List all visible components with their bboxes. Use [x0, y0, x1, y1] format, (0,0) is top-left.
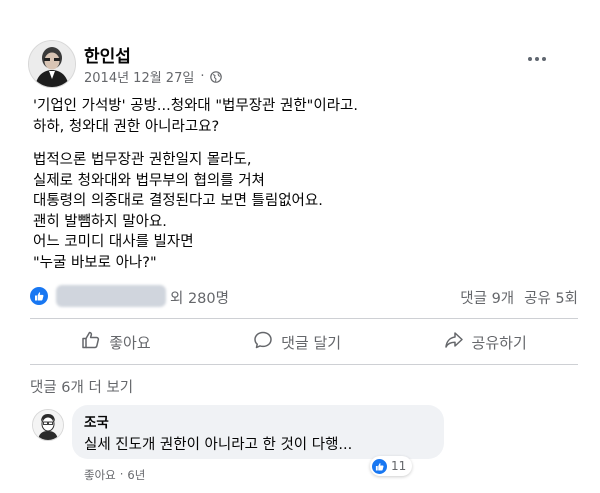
like-reaction-icon [372, 458, 387, 474]
divider [30, 318, 578, 319]
engagement-counts: 댓글 9개 공유 5회 [460, 287, 578, 308]
share-arrow-icon [444, 330, 464, 354]
shares-count[interactable]: 공유 5회 [524, 287, 578, 308]
divider [30, 364, 578, 365]
post-line: '기업인 가석방' 공방...청와대 "법무장관 권한"이라고. [33, 98, 358, 114]
post-line: "누굴 바보로 아나?" [33, 254, 157, 271]
post-actions: 좋아요 댓글 달기 공유하기 [30, 325, 578, 359]
meta-separator: · [119, 467, 124, 481]
like-label: 좋아요 [109, 333, 151, 352]
author-name[interactable]: 한인섭 [84, 42, 131, 67]
comment-time[interactable]: 6년 [127, 467, 145, 483]
post-line: 법적으론 법무장관 권한일지 몰라도, [33, 152, 252, 168]
like-button[interactable]: 좋아요 [67, 324, 164, 360]
reaction-count: 11 [391, 459, 407, 473]
share-label: 공유하기 [471, 333, 527, 352]
post-line: 실제로 청와대와 법무부의 협의를 거쳐 [33, 172, 265, 189]
post-date[interactable]: 2014년 12월 27일 [84, 67, 194, 86]
post-header: 한인섭 2014년 12월 27일 · [28, 40, 588, 90]
comments-count[interactable]: 댓글 9개 [460, 287, 514, 308]
comment-label: 댓글 달기 [281, 333, 342, 352]
view-more-comments-link[interactable]: 댓글 6개 더 보기 [30, 376, 133, 397]
post-body: '기업인 가석방' 공방...청와대 "법무장관 권한"이라고. 하하, 청와대… [33, 96, 573, 273]
blurred-reactor-names [56, 285, 166, 307]
post-line: 어느 코미디 대사를 빌자면 [33, 234, 194, 250]
like-reaction-icon[interactable] [30, 287, 48, 305]
post-stats: 외 280명 댓글 9개 공유 5회 [30, 285, 578, 309]
comment-text: 실세 진도개 권한이 아니라고 한 것이 다행... [84, 437, 353, 453]
author-avatar[interactable] [28, 40, 76, 88]
commenter-name[interactable]: 조국 [84, 411, 109, 431]
comment-item: 조국 실세 진도개 권한이 아니라고 한 것이 다행... 11 좋아요 · 6… [30, 405, 570, 485]
post-line: 대통령의 의중대로 결정된다고 보면 틀림없어요. [33, 193, 323, 209]
date-separator: · [200, 69, 205, 84]
post-line: 하하, 청와대 권한 아니라고요? [33, 118, 220, 135]
comment-bubble: 조국 실세 진도개 권한이 아니라고 한 것이 다행... [72, 405, 444, 459]
commenter-avatar[interactable] [32, 409, 64, 441]
post-line: 괜히 발뺌하지 말아요. [33, 213, 167, 230]
globe-icon [210, 70, 223, 83]
post-card: 한인섭 2014년 12월 27일 · '기업인 가석방' 공방...청와대 "… [0, 0, 600, 493]
more-options-icon[interactable] [526, 54, 548, 64]
share-button[interactable]: 공유하기 [430, 324, 541, 360]
thumbs-up-icon [81, 330, 101, 354]
comment-icon [253, 330, 273, 354]
comment-reactions[interactable]: 11 [370, 456, 413, 476]
comment-button[interactable]: 댓글 달기 [239, 324, 355, 360]
likes-count[interactable]: 외 280명 [170, 287, 229, 308]
post-meta: 2014년 12월 27일 · [84, 67, 223, 86]
comment-meta: 좋아요 · 6년 [84, 467, 145, 483]
comment-like-button[interactable]: 좋아요 [84, 467, 116, 483]
